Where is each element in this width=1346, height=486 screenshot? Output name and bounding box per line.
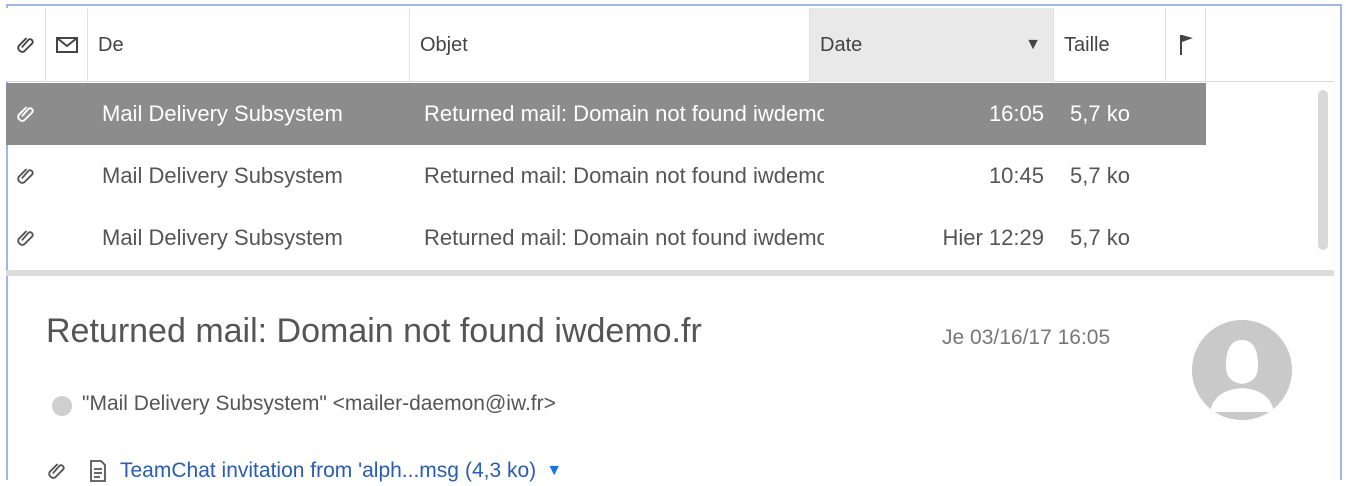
attachment-indicator <box>6 207 46 269</box>
message-subject: Returned mail: Domain not found iwdemo.f… <box>424 101 824 126</box>
sender-address[interactable]: "Mail Delivery Subsystem" <mailer-daemon… <box>82 392 556 416</box>
paperclip-icon <box>48 463 65 479</box>
message-from: Mail Delivery Subsystem <box>102 225 343 250</box>
pane-splitter[interactable] <box>6 270 1334 276</box>
attachment-column-header[interactable] <box>6 8 46 82</box>
message-date: 10:45 <box>988 163 1044 188</box>
message-from: Mail Delivery Subsystem <box>102 163 343 188</box>
flag-column-header[interactable] <box>1166 8 1206 82</box>
message-row-1[interactable]: Mail Delivery Subsystem Returned mail: D… <box>6 83 1206 145</box>
attachment-menu-caret-icon[interactable]: ▼ <box>546 462 562 480</box>
size-column-label: Taille <box>1064 33 1110 56</box>
date-column-header[interactable]: Date ▼ <box>810 8 1054 82</box>
subject-column-header[interactable]: Objet <box>410 8 810 82</box>
message-list-scrollbar[interactable] <box>1318 90 1328 250</box>
sender-status-dot <box>52 396 72 416</box>
attachment-item[interactable]: TeamChat invitation from 'alph...msg (4,… <box>46 456 562 486</box>
preview-subject: Returned mail: Domain not found iwdemo.f… <box>46 312 702 350</box>
user-avatar-icon <box>1192 320 1292 420</box>
envelope-icon <box>55 37 78 53</box>
date-column-label: Date <box>820 33 863 56</box>
from-column-label: De <box>98 33 124 56</box>
paperclip-icon <box>16 37 34 53</box>
attachment-size: (4,3 ko) <box>464 459 537 482</box>
message-subject: Returned mail: Domain not found iwdemo.f… <box>424 163 824 188</box>
from-column-header[interactable]: De <box>88 8 410 82</box>
document-icon <box>90 460 106 482</box>
attachment-indicator <box>6 83 46 145</box>
sender-avatar <box>1192 320 1292 420</box>
message-subject: Returned mail: Domain not found iwdemo.f… <box>424 225 824 250</box>
message-size: 5,7 ko <box>1070 163 1130 188</box>
message-list-header: De Objet Date ▼ Taille <box>6 8 1334 82</box>
message-date: Hier 12:29 <box>942 225 1044 250</box>
flag-icon <box>1179 35 1193 55</box>
message-row-2[interactable]: Mail Delivery Subsystem Returned mail: D… <box>6 145 1206 207</box>
message-size: 5,7 ko <box>1070 101 1130 126</box>
paperclip-icon <box>17 168 34 184</box>
subject-column-label: Objet <box>420 33 468 56</box>
message-date: 16:05 <box>988 101 1044 126</box>
attachment-indicator <box>6 145 46 207</box>
sort-descending-icon: ▼ <box>1025 36 1041 53</box>
size-column-header[interactable]: Taille <box>1054 8 1166 82</box>
message-list: Mail Delivery Subsystem Returned mail: D… <box>6 83 1206 269</box>
message-size: 5,7 ko <box>1070 225 1130 250</box>
paperclip-icon <box>17 230 34 246</box>
preview-date: Je 03/16/17 16:05 <box>942 326 1111 349</box>
paperclip-icon <box>17 106 34 122</box>
attachment-name[interactable]: TeamChat invitation from 'alph...msg <box>120 459 459 483</box>
message-row-3[interactable]: Mail Delivery Subsystem Returned mail: D… <box>6 207 1206 269</box>
read-status-column-header[interactable] <box>46 8 88 82</box>
message-from: Mail Delivery Subsystem <box>102 101 343 126</box>
